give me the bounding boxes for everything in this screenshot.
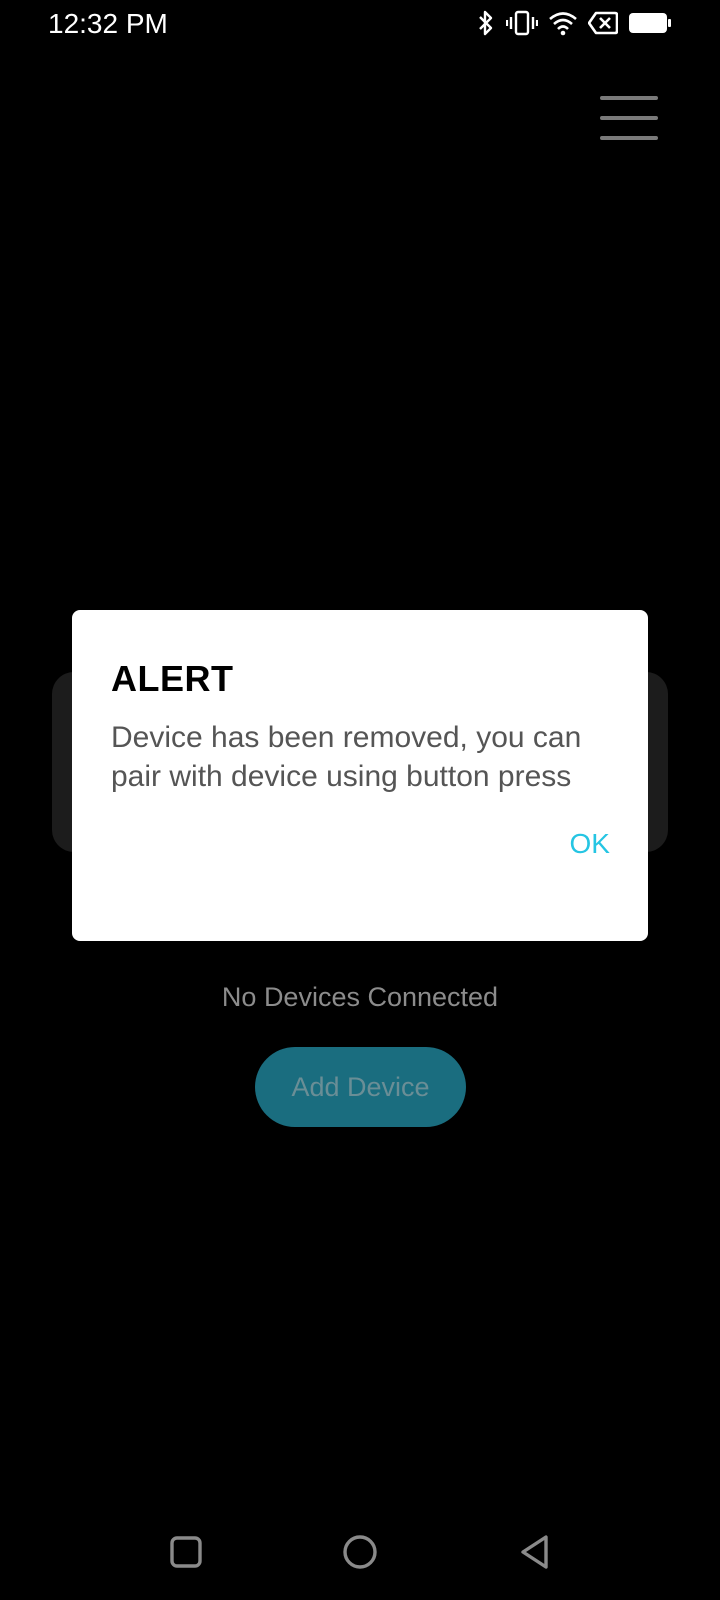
battery-icon: [628, 12, 672, 34]
no-sim-icon: [588, 11, 618, 35]
dialog-message: Device has been removed, you can pair wi…: [111, 721, 582, 793]
ok-button[interactable]: OK: [570, 828, 610, 860]
navigation-bar: [0, 1500, 720, 1600]
dialog-title: ALERT: [111, 658, 234, 699]
alert-dialog: ALERT Device has been removed, you can p…: [72, 610, 648, 941]
home-icon[interactable]: [338, 1530, 382, 1574]
wifi-icon: [548, 10, 578, 36]
recents-icon[interactable]: [164, 1530, 208, 1574]
status-bar: 12:32 PM: [0, 0, 720, 50]
vibrate-icon: [506, 10, 538, 36]
status-time: 12:32 PM: [48, 8, 168, 39]
bluetooth-icon: [476, 10, 496, 36]
back-icon[interactable]: [514, 1530, 558, 1574]
status-icons: [476, 10, 672, 36]
